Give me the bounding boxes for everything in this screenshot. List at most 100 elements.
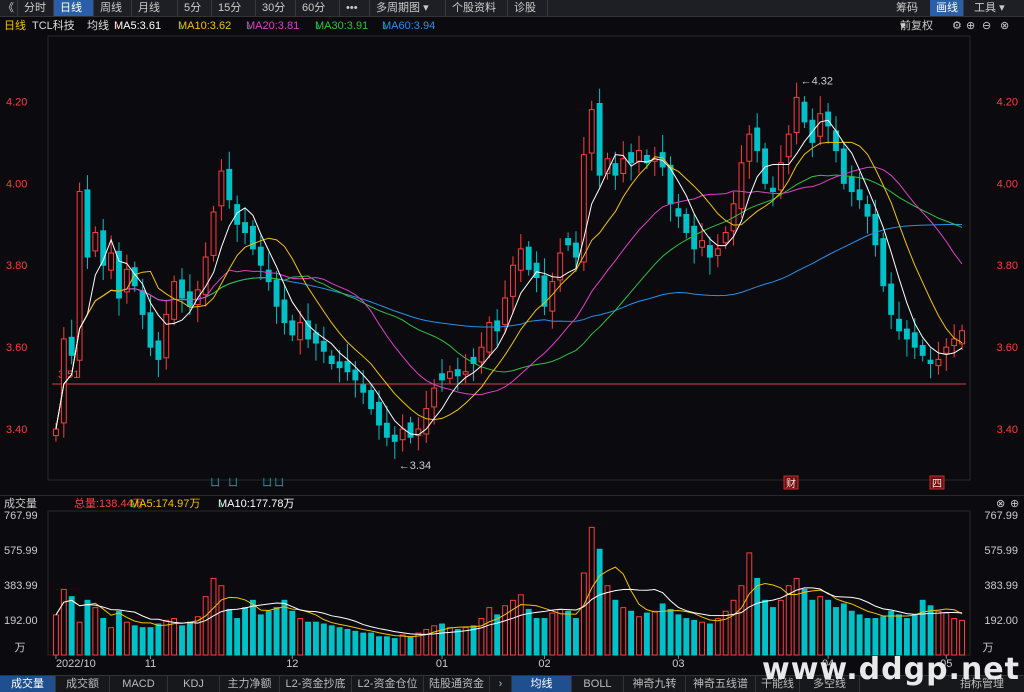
candle [218, 170, 225, 207]
candle [313, 332, 319, 344]
volume-bar [344, 628, 351, 656]
candle [462, 371, 469, 375]
tab-macd[interactable]: MACD [110, 676, 168, 692]
tab-magic-five[interactable]: 神奇五线谱 [686, 676, 756, 692]
tab-kdj[interactable]: KDJ [168, 676, 220, 692]
candle [888, 283, 895, 315]
volume-bar [108, 627, 115, 656]
volume-bar [494, 614, 501, 656]
volume-axis-tick-left: 575.99 [4, 545, 38, 557]
candle [186, 291, 193, 307]
tab-turnover[interactable]: 成交额 [56, 676, 110, 692]
candle [573, 242, 579, 258]
volume-bar [833, 607, 839, 656]
volume-bar [896, 614, 902, 656]
candle [344, 360, 351, 373]
volume-bar [951, 618, 958, 656]
candle [565, 238, 572, 246]
candle [919, 345, 926, 356]
tab-main-net[interactable]: 主力净额 [220, 676, 280, 692]
x-axis-tick-label: 03 [672, 658, 684, 670]
volume-bar [328, 625, 335, 656]
candle [305, 320, 312, 340]
candle [163, 313, 170, 359]
tab-volume[interactable]: 成交量 [0, 676, 56, 692]
volume-bar [699, 621, 705, 656]
volume-bar [139, 627, 146, 656]
volume-bar [919, 599, 926, 656]
candle [903, 328, 910, 340]
candle [147, 312, 154, 348]
candle [675, 208, 682, 217]
volume-bar [431, 625, 438, 656]
volume-bar [596, 548, 603, 656]
volume-bar [423, 628, 430, 656]
volume-bar [864, 618, 871, 656]
tab-magic-nine[interactable]: 神奇九转 [624, 676, 686, 692]
volume-bar [383, 636, 390, 656]
close-icon[interactable]: ⊗ [996, 496, 1005, 512]
price-axis-tick-left: 3.40 [6, 424, 27, 436]
tab-moving-average[interactable]: 均线 [512, 676, 572, 692]
volume-bar [234, 618, 241, 656]
volume-bar [714, 618, 721, 656]
candle [242, 222, 248, 233]
price-axis-tick-left: 3.80 [6, 260, 27, 272]
volume-bar [691, 619, 698, 656]
chevron-right-icon[interactable]: › [490, 676, 512, 692]
tab-boll[interactable]: BOLL [572, 676, 624, 692]
volume-bar [872, 618, 879, 656]
candle [620, 158, 627, 175]
volume-bar [313, 621, 319, 656]
price-axis-tick-left: 4.00 [6, 178, 27, 190]
candle [848, 176, 855, 193]
candle [770, 187, 776, 193]
candle [376, 401, 382, 426]
candle [699, 240, 705, 248]
stock-chart[interactable]: 4.20 4.20 4.00 4.00 3.80 3.80 3.60 3.60 3.40 3.40… [0, 0, 1024, 691]
volume-bar [557, 608, 564, 656]
candle [588, 109, 595, 154]
x-axis-tick-label: 2022/10 [56, 658, 96, 670]
volume-bar [959, 619, 966, 656]
volume-bar [147, 627, 154, 656]
tab-l2-position[interactable]: L2-资金仓位 [352, 676, 424, 692]
candle [439, 373, 445, 381]
volume-bar [517, 594, 524, 656]
tab-northbound[interactable]: 陆股通资金 [424, 676, 490, 692]
volume-axis-tick-right: 575.99 [984, 545, 1018, 557]
report-marker: 四 [932, 479, 942, 490]
volume-bar [911, 614, 918, 656]
volume-bar [856, 614, 863, 656]
low-price-label: ←3.34 [399, 460, 431, 472]
candle [880, 238, 887, 287]
volume-bar [92, 607, 99, 656]
candle [139, 290, 146, 315]
volume-bar [60, 588, 67, 656]
candle [840, 148, 847, 184]
volume-bar [628, 610, 635, 656]
candle [352, 369, 359, 381]
volume-bar [218, 585, 225, 656]
volume-bar [620, 607, 627, 656]
price-axis-tick-left: 3.60 [6, 342, 27, 354]
candle [817, 113, 824, 137]
candle [179, 279, 185, 299]
candle [494, 320, 501, 332]
candle [320, 340, 327, 352]
volume-bar [777, 599, 784, 656]
ma5-line [55, 119, 963, 436]
candle [927, 359, 934, 365]
volume-bar [549, 612, 556, 656]
candle [210, 211, 217, 256]
volume-bar [675, 614, 682, 656]
volume-bar [565, 610, 572, 656]
candle [785, 133, 792, 158]
volume-bar [888, 610, 895, 656]
price-axis-tick-left: 4.20 [6, 96, 27, 108]
volume-bar [636, 616, 642, 656]
tab-l2-bottom[interactable]: L2-资金抄底 [280, 676, 352, 692]
add-icon[interactable]: ⊕ [1010, 496, 1019, 512]
volume-bar [573, 618, 579, 656]
volume-bar [683, 618, 690, 656]
